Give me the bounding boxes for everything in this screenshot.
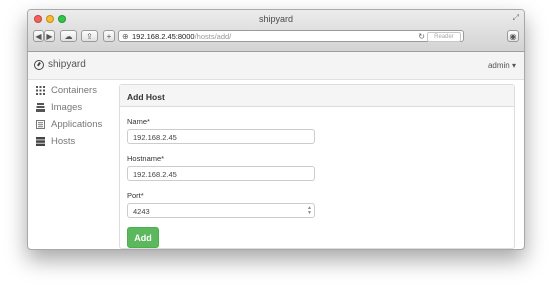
title-bar: shipyard ⤢ ◀ ▶ ☁ ⇪ + ⊕ 192.168.2.45:8000… — [28, 10, 524, 52]
name-label: Name* — [127, 117, 150, 126]
brand-name: shipyard — [48, 59, 86, 70]
add-button[interactable]: Add — [127, 227, 159, 248]
app-navbar: shipyard admin ▾ — [28, 52, 524, 80]
forward-button[interactable]: ▶ — [44, 30, 55, 42]
sidebar-item-applications[interactable]: Applications — [35, 116, 115, 133]
forward-arrow-icon: ▶ — [46, 31, 53, 41]
add-host-panel: Add Host Name* 192.168.2.45 Hostname* 19… — [119, 84, 515, 249]
sidebar: Containers Images Applications Hosts — [35, 82, 115, 150]
reload-icon[interactable]: ↻ — [418, 32, 425, 41]
brand[interactable]: shipyard — [34, 59, 86, 70]
user-menu[interactable]: admin ▾ — [488, 61, 516, 70]
server-icon — [35, 137, 45, 147]
sidebar-item-containers[interactable]: Containers — [35, 82, 115, 99]
globe-icon: ⊕ — [122, 32, 129, 41]
icloud-tabs-button[interactable]: ☁ — [60, 30, 77, 42]
panel-title: Add Host — [120, 85, 514, 107]
url-path: /hosts/add/ — [194, 32, 232, 41]
sidebar-item-label: Applications — [51, 119, 103, 130]
sidebar-item-hosts[interactable]: Hosts — [35, 133, 115, 150]
share-icon: ⇪ — [86, 31, 93, 41]
window-title: shipyard — [258, 14, 294, 24]
address-url[interactable]: 192.168.2.45:8000/hosts/add/ — [132, 32, 231, 41]
back-button[interactable]: ◀ — [33, 30, 44, 42]
downloads-button[interactable]: ◉ — [507, 30, 519, 42]
port-input[interactable]: 4243 ▲ ▼ — [127, 203, 315, 218]
reader-button[interactable]: Reader — [427, 32, 461, 42]
port-label: Port* — [127, 191, 144, 200]
stack-icon — [35, 103, 45, 113]
browser-window: shipyard ⤢ ◀ ▶ ☁ ⇪ + ⊕ 192.168.2.45:8000… — [27, 9, 525, 250]
hostname-input[interactable]: 192.168.2.45 — [127, 166, 315, 181]
stepper-arrows-icon[interactable]: ▲ ▼ — [307, 206, 312, 216]
sidebar-item-images[interactable]: Images — [35, 99, 115, 116]
hostname-label: Hostname* — [127, 154, 165, 163]
sidebar-item-label: Containers — [51, 85, 97, 96]
url-host: 192.168.2.45:8000 — [132, 32, 195, 41]
port-value: 4243 — [133, 207, 150, 216]
download-icon: ◉ — [509, 31, 517, 41]
name-input[interactable]: 192.168.2.45 — [127, 129, 315, 144]
share-button[interactable]: ⇪ — [81, 30, 98, 42]
address-bar[interactable]: ⊕ 192.168.2.45:8000/hosts/add/ ↻ Reader — [118, 30, 464, 42]
fullscreen-icon[interactable]: ⤢ — [513, 13, 519, 23]
shipyard-logo-icon — [34, 59, 44, 70]
cloud-icon: ☁ — [64, 31, 73, 41]
browser-toolbar: ◀ ▶ ☁ ⇪ + ⊕ 192.168.2.45:8000/hosts/add/… — [33, 28, 519, 45]
plus-icon: + — [106, 31, 112, 41]
grid-icon — [35, 86, 45, 96]
sidebar-item-label: Hosts — [51, 136, 76, 147]
new-tab-button[interactable]: + — [103, 30, 115, 42]
list-icon — [35, 120, 45, 130]
sidebar-item-label: Images — [51, 102, 83, 113]
back-arrow-icon: ◀ — [35, 31, 42, 41]
